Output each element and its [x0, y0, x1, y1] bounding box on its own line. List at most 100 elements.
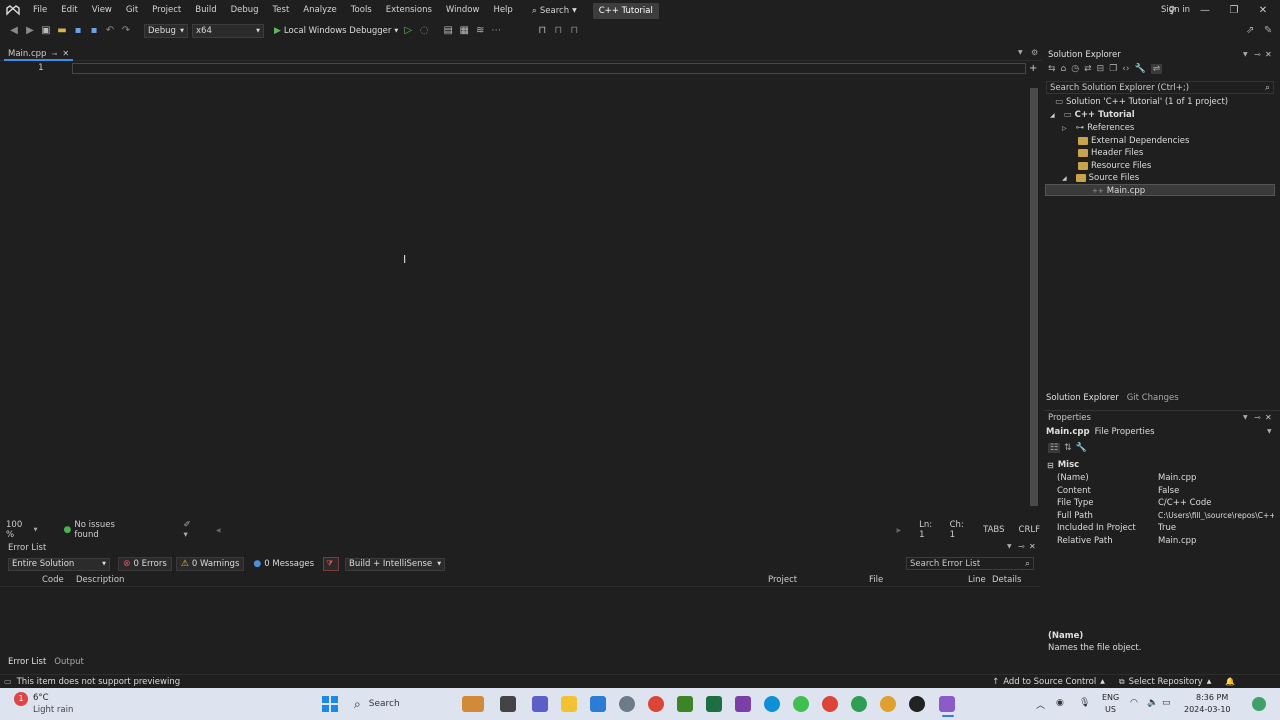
redo-icon[interactable]: ↷: [120, 25, 132, 37]
prop-value[interactable]: True: [1158, 523, 1274, 533]
menu-analyze[interactable]: Analyze: [296, 0, 344, 21]
select-repository[interactable]: Select Repository: [1129, 677, 1203, 687]
show-all-files-icon[interactable]: ❐: [1109, 64, 1117, 74]
line-indicator[interactable]: Ln: 1: [919, 520, 937, 540]
close-panel-icon[interactable]: ✕: [1265, 50, 1272, 59]
copilot-icon[interactable]: [1252, 697, 1266, 711]
input-region[interactable]: US: [1105, 705, 1116, 714]
weather-temp[interactable]: 6°C: [33, 693, 49, 703]
notifications-icon[interactable]: 🔔: [1225, 677, 1235, 686]
issues-status[interactable]: No issues found: [74, 520, 133, 540]
scrollbar-thumb[interactable]: [1030, 88, 1038, 506]
configuration-select[interactable]: Debug ▼: [144, 23, 188, 38]
prop-value[interactable]: False: [1158, 486, 1274, 496]
taskbar-search[interactable]: ⌕ Search: [346, 693, 452, 715]
tab-solution-explorer[interactable]: Solution Explorer: [1046, 393, 1119, 403]
prop-value[interactable]: C/C++ Code: [1158, 498, 1274, 508]
volume-icon[interactable]: 🔈: [1147, 698, 1158, 708]
category-misc[interactable]: ⊟ Misc: [1047, 460, 1079, 470]
column-code[interactable]: Code: [42, 575, 64, 585]
collapse-icon[interactable]: ⊟: [1047, 461, 1054, 470]
column-file[interactable]: File: [869, 575, 883, 585]
menu-help[interactable]: Help: [486, 0, 519, 21]
back-icon[interactable]: ◀: [8, 25, 20, 37]
prop-key[interactable]: Relative Path: [1057, 536, 1113, 546]
scroll-left-icon[interactable]: ◀: [216, 527, 221, 534]
chevron-down-icon[interactable]: ▼: [34, 527, 38, 533]
menu-window[interactable]: Window: [439, 0, 487, 21]
home-icon[interactable]: ⌂: [1061, 64, 1067, 74]
close-panel-icon[interactable]: ✕: [1265, 413, 1272, 422]
teams-icon[interactable]: [532, 696, 548, 712]
build-filter-select[interactable]: Build + IntelliSense ▼: [345, 557, 446, 571]
tab-error-list[interactable]: Error List: [8, 657, 46, 667]
forward-icon[interactable]: ▶: [24, 25, 36, 37]
menu-debug[interactable]: Debug: [224, 0, 266, 21]
tree-solution[interactable]: ▭ Solution 'C++ Tutorial' (1 of 1 projec…: [1055, 97, 1228, 107]
error-search-input[interactable]: Search Error List ⌕: [906, 557, 1034, 570]
code-cleanup-icon[interactable]: ✐ ▾: [184, 520, 196, 540]
prop-key[interactable]: Full Path: [1057, 511, 1093, 521]
tree-external-dependencies[interactable]: External Dependencies: [1078, 136, 1189, 146]
file-explorer-icon[interactable]: [561, 696, 577, 712]
errors-filter-button[interactable]: ⊗ 0 Errors: [118, 557, 172, 571]
menu-extensions[interactable]: Extensions: [379, 0, 439, 21]
app-icon[interactable]: [735, 696, 751, 712]
close-tab-icon[interactable]: ✕: [62, 49, 69, 58]
pin-icon[interactable]: ⊸: [1018, 542, 1025, 551]
alphabetical-icon[interactable]: ⇅: [1064, 443, 1072, 453]
minimize-icon[interactable]: —: [1198, 4, 1212, 18]
column-details[interactable]: Details: [992, 575, 1021, 585]
prop-key[interactable]: (Name): [1057, 473, 1089, 483]
pin-icon[interactable]: ⊸: [51, 50, 57, 58]
chrome-profile-icon[interactable]: [851, 696, 867, 712]
menu-file[interactable]: File: [26, 0, 54, 21]
menu-test[interactable]: Test: [266, 0, 297, 21]
prop-value[interactable]: Main.cpp: [1158, 473, 1274, 483]
preview-icon[interactable]: ⇌: [1150, 64, 1163, 74]
chevron-down-icon[interactable]: ▼: [1018, 49, 1023, 56]
chevron-down-icon[interactable]: ▼: [1243, 51, 1248, 58]
maximize-icon[interactable]: ❐: [1227, 4, 1241, 18]
hot-reload-icon[interactable]: ◌: [418, 25, 430, 37]
menu-project[interactable]: Project: [145, 0, 188, 21]
chrome-icon[interactable]: [648, 696, 664, 712]
filter-toggle-button[interactable]: ⧩: [323, 557, 340, 571]
app-icon[interactable]: [793, 696, 809, 712]
tab-main-cpp[interactable]: Main.cpp ⊸ ✕: [4, 48, 74, 61]
split-editor-icon[interactable]: +: [1029, 63, 1037, 74]
start-debugging-button[interactable]: ▶ Local Windows Debugger ▼: [274, 26, 398, 36]
prop-value[interactable]: Main.cpp: [1158, 536, 1274, 546]
browse-icon[interactable]: ▤: [442, 25, 454, 37]
indent-mode[interactable]: TABS: [983, 525, 1004, 535]
column-project[interactable]: Project: [768, 575, 797, 585]
expanded-arrow-icon[interactable]: ◢: [1050, 112, 1055, 119]
scroll-right-icon[interactable]: ▶: [896, 527, 901, 534]
column-line[interactable]: Line: [968, 575, 986, 585]
pending-changes-icon[interactable]: ⇄: [1084, 64, 1092, 74]
column-indicator[interactable]: Ch: 1: [950, 520, 970, 540]
chevron-down-icon[interactable]: ▼: [1007, 543, 1012, 550]
prop-key[interactable]: Included In Project: [1057, 523, 1136, 533]
store-icon[interactable]: [590, 696, 606, 712]
prop-key[interactable]: File Type: [1057, 498, 1093, 508]
collapse-all-icon[interactable]: ⊟: [1097, 64, 1105, 74]
categorized-icon[interactable]: ☷: [1048, 443, 1061, 453]
bookmark-prev-icon[interactable]: ⊓: [552, 25, 564, 37]
new-project-icon[interactable]: ▣: [40, 25, 52, 37]
property-pages-icon[interactable]: 🔧: [1076, 443, 1087, 453]
save-icon[interactable]: ▪: [72, 25, 84, 37]
feedback-icon[interactable]: ✎: [1264, 25, 1272, 36]
windows-start-icon[interactable]: [322, 696, 338, 712]
zoom-level[interactable]: 100 %: [6, 520, 30, 540]
tree-source-files[interactable]: ◢ Source Files: [1062, 173, 1139, 183]
weather-alert-icon[interactable]: 1: [14, 692, 28, 706]
add-to-source-control[interactable]: Add to Source Control: [1003, 677, 1096, 687]
menu-view[interactable]: View: [85, 0, 119, 21]
platform-select[interactable]: x64 ▼: [192, 23, 264, 38]
tree-project[interactable]: ◢ ▭ C++ Tutorial: [1050, 110, 1135, 120]
prop-value[interactable]: C:\Users\fill_\source\repos\C++: [1158, 511, 1274, 520]
column-description[interactable]: Description: [76, 575, 124, 585]
pin-icon[interactable]: ⊸: [1254, 50, 1261, 59]
account-icon[interactable]: ⚲: [1165, 4, 1179, 18]
